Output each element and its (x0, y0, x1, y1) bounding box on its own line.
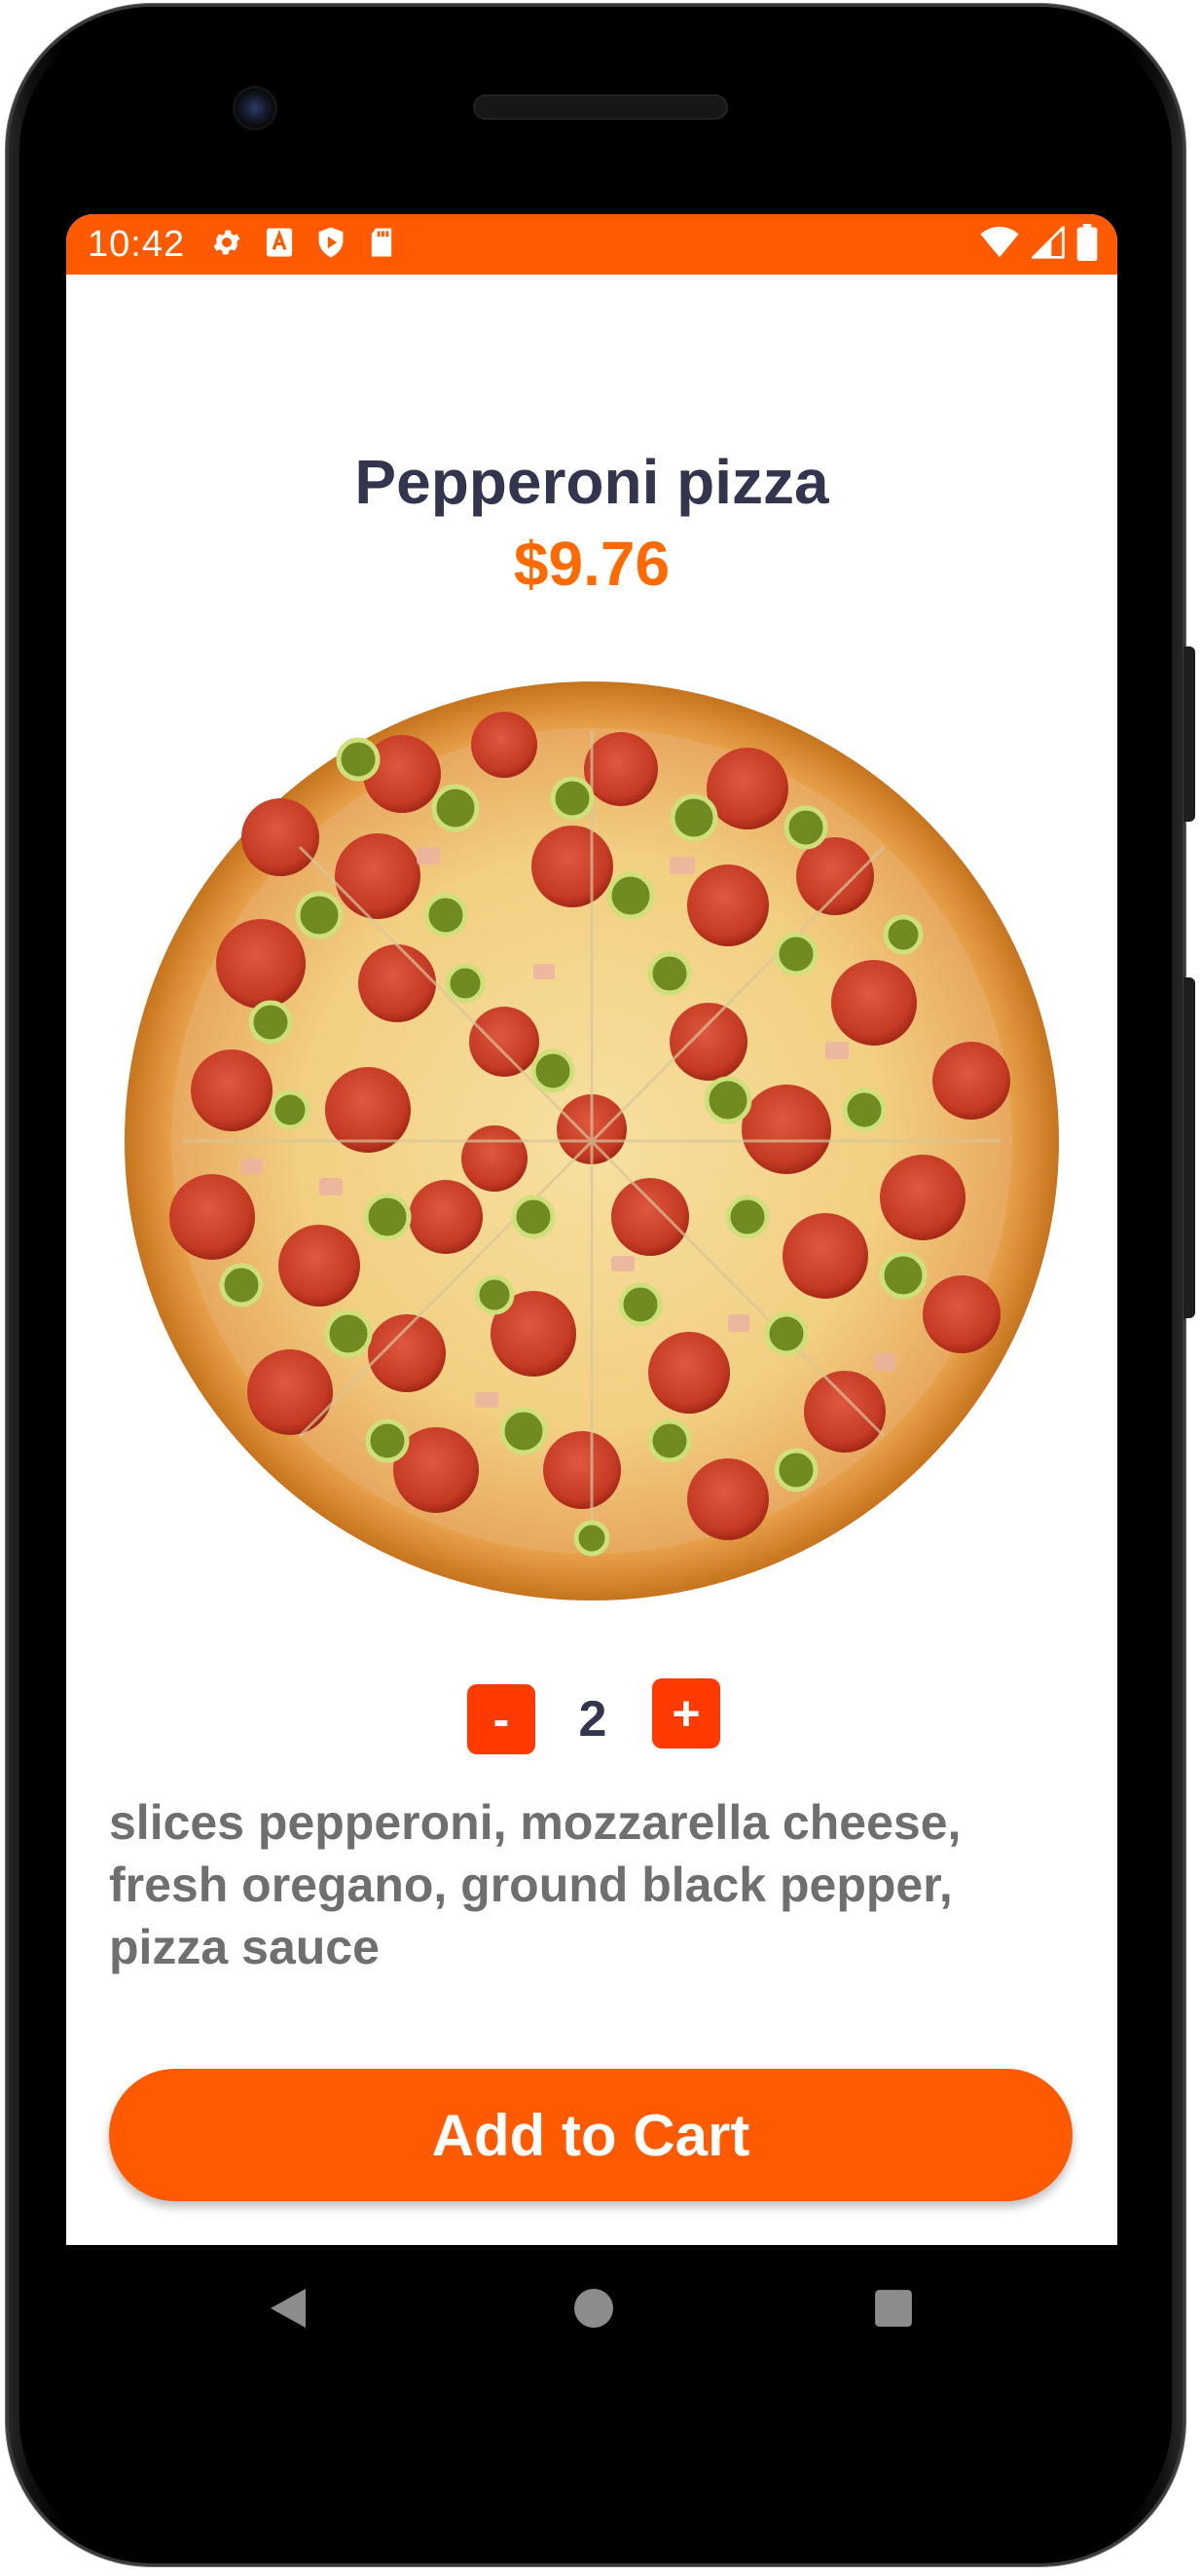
wifi-icon (979, 226, 1020, 264)
increase-quantity-button[interactable]: + (652, 1678, 720, 1748)
system-nav-bar (66, 2245, 1117, 2372)
slice-cuts (183, 730, 1001, 1553)
quantity-stepper: - 2 + (66, 1678, 1117, 1754)
gear-icon (210, 226, 243, 264)
home-circle-icon[interactable] (535, 2245, 652, 2372)
product-price: $9.76 (513, 529, 671, 599)
earpiece-speaker (473, 94, 728, 120)
add-to-cart-button[interactable]: Add to Cart (109, 2069, 1073, 2201)
front-camera-icon (236, 89, 274, 128)
pizza-illustration (125, 681, 1059, 1601)
product-title: Pepperoni pizza (354, 447, 829, 517)
sd-card-icon (368, 227, 395, 263)
a-box-icon (265, 227, 294, 263)
status-bar: 10:42 (66, 214, 1117, 275)
power-button (1184, 977, 1195, 1318)
back-triangle-icon[interactable] (230, 2245, 346, 2372)
shield-play-icon (315, 226, 346, 264)
decrease-quantity-button[interactable]: - (467, 1684, 535, 1754)
recents-square-icon[interactable] (835, 2245, 952, 2372)
cell-signal-icon (1030, 223, 1065, 264)
quantity-value: 2 (578, 1691, 607, 1748)
product-description: slices pepperoni, mozzarella cheese, fre… (109, 1795, 962, 1974)
pizza-image (125, 672, 1059, 1606)
device-frame: 10:42 Pepperoni pizza $9.76 - 2 + slices… (0, 0, 1202, 2576)
volume-button (1184, 646, 1195, 822)
app-screen: 10:42 Pepperoni pizza $9.76 - 2 + slices… (66, 214, 1117, 2245)
battery-icon (1076, 223, 1098, 266)
status-time: 10:42 (88, 223, 186, 265)
